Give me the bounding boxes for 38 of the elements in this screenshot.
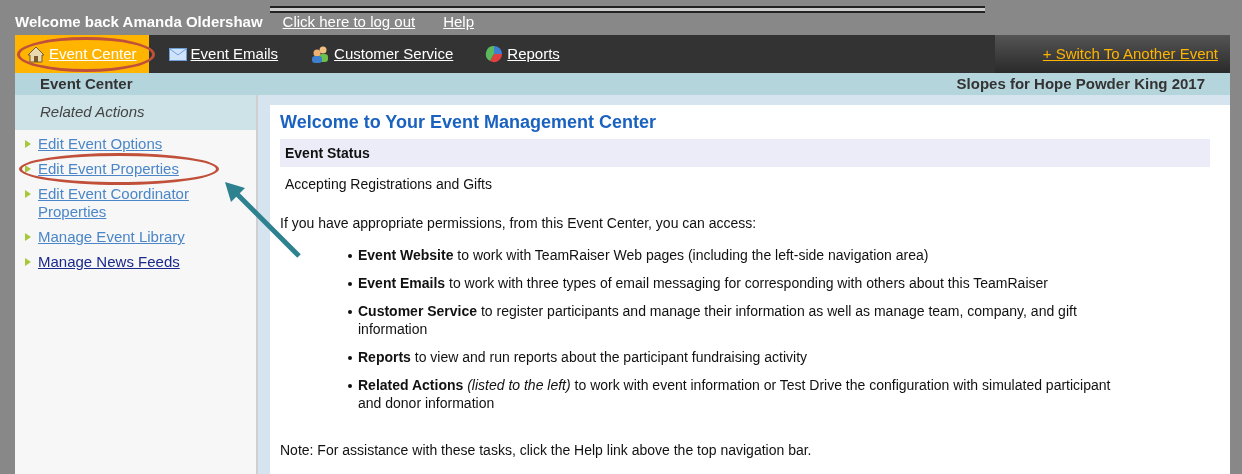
sidebar-title: Related Actions	[40, 102, 145, 123]
bullet-text: Reports to view and run reports about the participant fundraising activity	[358, 348, 807, 366]
note-text: Note: For assistance with these tasks, click the Help link above the top navigation bar.	[280, 441, 813, 460]
house-icon	[27, 45, 45, 63]
bullet-icon	[348, 384, 352, 388]
bullet-text: Customer Service to register participants and manage their information as well as manage team, company, and gift information	[358, 302, 1078, 338]
bullet-text: Event Emails to work with three types of email messaging for corresponding with others about this TeamRaiser	[358, 274, 1048, 292]
nav-tab[interactable]: Reports	[473, 35, 572, 73]
nav-tab[interactable]: Customer Service	[298, 35, 466, 73]
header-link[interactable]: Help	[443, 10, 475, 33]
header-title: Event Center	[40, 73, 133, 94]
bullet-text: Related Actions (listed to the left) to work with event information or Test Drive the configuration with simulated participant and donor information	[358, 376, 1112, 412]
bullet-triangle-icon	[25, 140, 31, 148]
bullet-triangle-icon	[25, 233, 31, 241]
envelope-icon	[168, 47, 187, 61]
sidebar-link[interactable]: Manage Event Library	[38, 228, 218, 246]
bullet-triangle-icon	[25, 165, 31, 173]
bullet-text: Event Website to work with TeamRaiser Web pages (including the left-side navigation area)	[358, 246, 929, 264]
intro-text: If you have appropriate permissions, from this Event Center, you can access:	[280, 214, 758, 233]
sidebar-link[interactable]: Edit Event Options	[38, 135, 218, 153]
people-icon	[310, 45, 331, 63]
nav-tab[interactable]: Event Emails	[156, 35, 291, 73]
bullet-icon	[348, 356, 352, 360]
bullet-icon	[348, 254, 352, 258]
status-label: Event Status	[285, 143, 370, 163]
status-value: Accepting Registrations and Gifts	[284, 175, 493, 194]
sidebar-link[interactable]: Edit Event Properties	[38, 160, 218, 178]
sidebar-link[interactable]: Manage News Feeds	[38, 253, 218, 271]
sidebar-link[interactable]: Edit Event Coordinator Properties	[38, 185, 218, 221]
bullet-icon	[348, 282, 352, 286]
bullet-triangle-icon	[25, 258, 31, 266]
event-name: Slopes for Hope Powder King 2017	[956, 73, 1205, 94]
bullet-icon	[348, 310, 352, 314]
page-heading: Welcome to Your Event Management Center	[280, 111, 658, 134]
bullet-triangle-icon	[25, 190, 31, 198]
header-link[interactable]: Click here to log out	[282, 10, 416, 33]
pie-chart-icon	[485, 45, 504, 63]
welcome-text: Welcome back Amanda Oldershaw	[15, 11, 263, 32]
